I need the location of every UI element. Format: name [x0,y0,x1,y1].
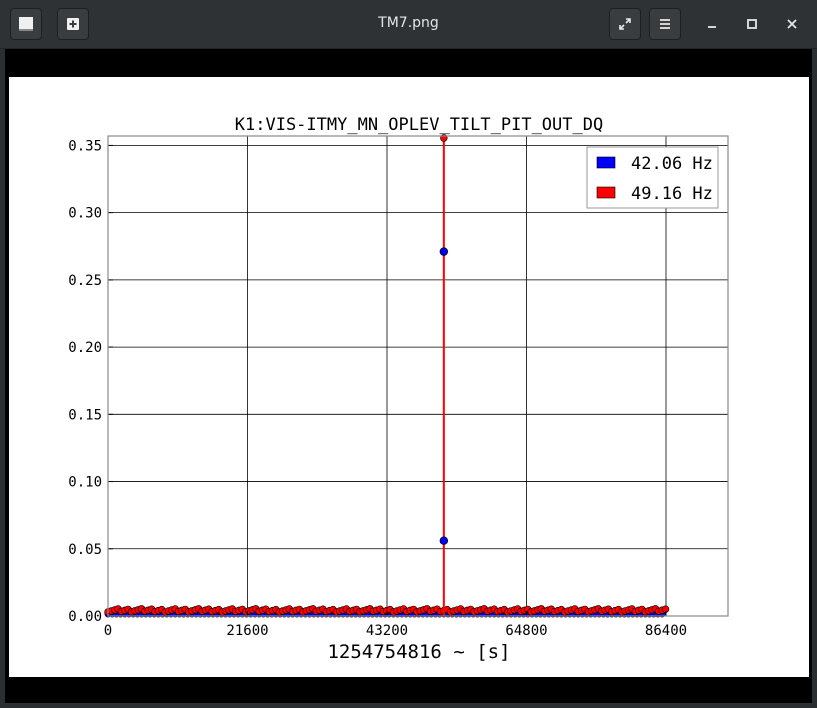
y-tick-label: 0.25 [68,273,102,289]
maximize-icon [747,19,757,29]
window-title: TM7.png [378,15,439,31]
legend-swatch [596,156,616,169]
scatter-chart: 0 21600 43200 64800 86400 0.00 0.05 0.10 0.15 0.2… [68,115,729,663]
window-titlebar: TM7.png [0,0,817,49]
data-point-49hz [661,605,670,613]
x-tick-label: 64800 [505,623,547,639]
x-tick-label: 86400 [645,623,687,639]
menu-button[interactable] [649,8,681,40]
x-tick-label: 43200 [366,623,408,639]
close-icon [787,19,797,29]
fullscreen-button[interactable] [609,8,641,40]
fullscreen-icon [619,18,631,30]
y-tick-label: 0.20 [68,340,102,356]
y-tick-label: 0.30 [68,206,102,222]
data-point-42hz [439,247,449,256]
y-tick-label: 0.00 [68,609,102,625]
displayed-image: 0 21600 43200 64800 86400 0.00 0.05 0.10 0.15 0.2… [9,77,809,677]
legend-label: 42.06 Hz [631,154,713,174]
chart-title: K1:VIS-ITMY_MN_OPLEV_TILT_PIT_OUT_DQ [235,115,603,135]
data-point-42hz [439,536,449,545]
menu-icon [660,19,670,29]
x-axis-label: 1254754816 ~ [s] [327,641,510,663]
legend-label: 49.16 Hz [631,184,713,204]
minimize-icon [708,26,716,28]
x-tick-label: 21600 [226,623,268,639]
minimize-button[interactable] [700,12,724,36]
y-tick-label: 0.05 [68,542,102,558]
y-tick-label: 0.10 [68,475,102,491]
close-button[interactable] [780,12,804,36]
legend-swatch [596,186,616,199]
y-tick-label: 0.35 [68,138,102,154]
x-tick-label: 0 [104,623,112,639]
legend: 42.06 Hz 49.16 Hz [586,146,719,209]
y-tick-label: 0.15 [68,407,102,423]
maximize-button[interactable] [740,12,764,36]
